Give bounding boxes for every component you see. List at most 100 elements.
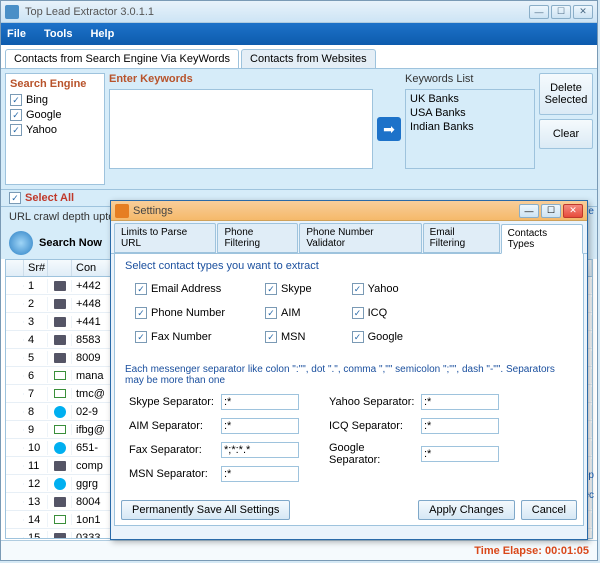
- menu-file[interactable]: File: [7, 28, 26, 40]
- separator-input[interactable]: [221, 418, 299, 434]
- clear-button[interactable]: Clear: [539, 119, 593, 149]
- tab-contacts-types[interactable]: Contacts Types: [501, 224, 583, 254]
- dialog-instruction: Select contact types you want to extract: [125, 260, 573, 272]
- add-keyword-button[interactable]: ➡: [377, 117, 401, 141]
- google-label: Google: [26, 109, 61, 121]
- separator-label: ICQ Separator:: [329, 420, 417, 432]
- phone-icon: [54, 299, 66, 309]
- phone-icon: [54, 317, 66, 327]
- type-checkbox[interactable]: ✓: [352, 283, 364, 295]
- type-label: ICQ: [368, 307, 388, 319]
- col-sr-header[interactable]: Sr#: [24, 260, 48, 276]
- separator-input[interactable]: [421, 394, 499, 410]
- tab-websites[interactable]: Contacts from Websites: [241, 49, 376, 68]
- separator-input[interactable]: [221, 442, 299, 458]
- keywords-panel: Enter Keywords ➡ Keywords List UK Banks …: [109, 73, 535, 185]
- search-engine-title: Search Engine: [10, 78, 100, 90]
- keyword-item[interactable]: Indian Banks: [408, 120, 532, 134]
- dialog-title: Settings: [133, 205, 519, 217]
- keyword-item[interactable]: USA Banks: [408, 106, 532, 120]
- keywords-textarea[interactable]: [109, 89, 373, 169]
- keywords-list[interactable]: UK Banks USA Banks Indian Banks: [405, 89, 535, 169]
- dialog-close-button[interactable]: ✕: [563, 204, 583, 218]
- dialog-tabs: Limits to Parse URL Phone Filtering Phon…: [111, 221, 587, 254]
- separator-label: Skype Separator:: [129, 396, 217, 408]
- type-checkbox[interactable]: ✓: [135, 283, 147, 295]
- phone-icon: [54, 281, 66, 291]
- maximize-button[interactable]: ☐: [551, 5, 571, 19]
- keywords-list-title: Keywords List: [405, 73, 535, 85]
- dialog-body: Select contact types you want to extract…: [114, 254, 584, 526]
- dialog-maximize-button[interactable]: ☐: [541, 204, 561, 218]
- mail-icon: [54, 389, 66, 398]
- phone-icon: [54, 533, 66, 540]
- type-label: Fax Number: [151, 331, 212, 343]
- type-label: Google: [368, 331, 403, 343]
- search-engine-panel: Search Engine ✓ Bing ✓ Google ✓ Yahoo: [5, 73, 105, 185]
- time-elapse: Time Elapse: 00:01:05: [474, 545, 589, 557]
- apply-changes-button[interactable]: Apply Changes: [418, 500, 515, 520]
- bing-checkbox[interactable]: ✓: [10, 94, 22, 106]
- mail-icon: [54, 515, 66, 524]
- type-checkbox[interactable]: ✓: [265, 283, 277, 295]
- separator-label: Google Separator:: [329, 442, 417, 466]
- type-label: Skype: [281, 283, 312, 295]
- skype-icon: [54, 478, 66, 490]
- separator-note: Each messenger separator like colon ":""…: [125, 364, 573, 386]
- tab-search-engine[interactable]: Contacts from Search Engine Via KeyWords: [5, 49, 239, 68]
- type-label: AIM: [281, 307, 301, 319]
- type-checkbox[interactable]: ✓: [352, 307, 364, 319]
- type-checkbox[interactable]: ✓: [265, 307, 277, 319]
- perm-save-button[interactable]: Permanently Save All Settings: [121, 500, 290, 520]
- close-button[interactable]: ✕: [573, 5, 593, 19]
- cancel-button[interactable]: Cancel: [521, 500, 577, 520]
- skype-icon: [54, 406, 66, 418]
- separator-input[interactable]: [421, 418, 499, 434]
- separator-input[interactable]: [421, 446, 499, 462]
- type-label: Phone Number: [151, 307, 225, 319]
- type-label: Yahoo: [368, 283, 399, 295]
- yahoo-label: Yahoo: [26, 124, 57, 136]
- type-checkbox[interactable]: ✓: [352, 331, 364, 343]
- select-all-checkbox[interactable]: ✓: [9, 192, 21, 204]
- minimize-button[interactable]: —: [529, 5, 549, 19]
- delete-selected-button[interactable]: Delete Selected: [539, 73, 593, 115]
- google-checkbox[interactable]: ✓: [10, 109, 22, 121]
- dialog-minimize-button[interactable]: —: [519, 204, 539, 218]
- type-checkbox[interactable]: ✓: [265, 331, 277, 343]
- search-now-button[interactable]: Search Now: [39, 237, 102, 249]
- settings-icon: [115, 204, 129, 218]
- separator-label: Fax Separator:: [129, 444, 217, 456]
- separator-label: Yahoo Separator:: [329, 396, 417, 408]
- separator-label: AIM Separator:: [129, 420, 217, 432]
- statusbar: Time Elapse: 00:01:05: [1, 540, 597, 560]
- window-title: Top Lead Extractor 3.0.1.1: [25, 6, 529, 18]
- separator-label: MSN Separator:: [129, 468, 217, 480]
- separator-input[interactable]: [221, 466, 299, 482]
- tab-limits[interactable]: Limits to Parse URL: [114, 223, 216, 253]
- settings-dialog: Settings — ☐ ✕ Limits to Parse URL Phone…: [110, 200, 588, 540]
- titlebar: Top Lead Extractor 3.0.1.1 — ☐ ✕: [1, 1, 597, 23]
- keyword-item[interactable]: UK Banks: [408, 92, 532, 106]
- app-icon: [5, 5, 19, 19]
- separator-input[interactable]: [221, 394, 299, 410]
- yahoo-checkbox[interactable]: ✓: [10, 124, 22, 136]
- phone-icon: [54, 461, 66, 471]
- tab-phone-filtering[interactable]: Phone Filtering: [217, 223, 298, 253]
- dialog-titlebar[interactable]: Settings — ☐ ✕: [111, 201, 587, 221]
- tab-email-filtering[interactable]: Email Filtering: [423, 223, 500, 253]
- tab-phone-validator[interactable]: Phone Number Validator: [299, 223, 421, 253]
- phone-icon: [54, 353, 66, 363]
- enter-keywords-title: Enter Keywords: [109, 73, 373, 85]
- type-checkbox[interactable]: ✓: [135, 331, 147, 343]
- bing-label: Bing: [26, 94, 48, 106]
- type-label: Email Address: [151, 283, 221, 295]
- menu-tools[interactable]: Tools: [44, 28, 73, 40]
- phone-icon: [54, 497, 66, 507]
- mail-icon: [54, 371, 66, 380]
- globe-icon: [9, 231, 33, 255]
- skype-icon: [54, 442, 66, 454]
- type-checkbox[interactable]: ✓: [135, 307, 147, 319]
- menu-help[interactable]: Help: [90, 28, 114, 40]
- mail-icon: [54, 425, 66, 434]
